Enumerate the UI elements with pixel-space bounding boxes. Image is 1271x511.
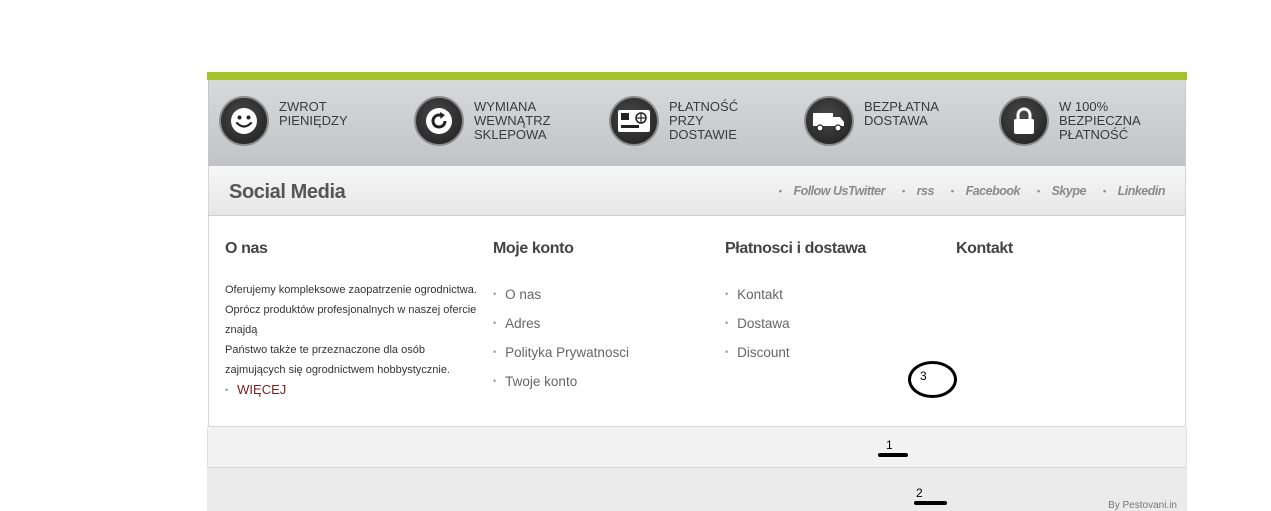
refresh-icon <box>414 96 464 146</box>
about-column: O nas Oferujemy kompleksowe zaopatrzenie… <box>225 240 487 397</box>
annotation-underline-1 <box>878 453 908 457</box>
contact-heading: Kontakt <box>956 240 1013 257</box>
social-media-bar: Social Media Follow UsTwitter rss Facebo… <box>208 166 1186 216</box>
payments-link-delivery[interactable]: Dostawa <box>725 310 866 339</box>
account-link-my-account[interactable]: Twoje konto <box>493 368 629 397</box>
payments-heading: Płatnosci i dostawa <box>725 240 866 257</box>
payments-link-discount[interactable]: Discount <box>725 339 866 368</box>
rss-link[interactable]: rss <box>902 184 935 198</box>
about-heading: O nas <box>225 240 268 257</box>
social-media-title: Social Media <box>229 181 346 203</box>
byline: By Pestovani.in <box>1108 500 1177 511</box>
benefit-label: W 100% bezpieczna płatność <box>1059 99 1141 142</box>
account-column: Moje konto O nas Adres Polityka Prywatno… <box>493 240 629 397</box>
facebook-link[interactable]: Facebook <box>951 184 1021 198</box>
contact-column: Kontakt <box>956 240 1013 284</box>
benefit-label: Bezpłatna dostawa <box>864 99 939 128</box>
skype-link[interactable]: Skype <box>1037 184 1087 198</box>
annotation-label-1: 1 <box>886 438 893 452</box>
account-heading: Moje konto <box>493 240 574 257</box>
annotation-circle <box>908 361 957 398</box>
footer-columns: O nas Oferujemy kompleksowe zaopatrzenie… <box>208 216 1186 427</box>
payments-link-contact[interactable]: Kontakt <box>725 281 866 310</box>
annotation-underline-2 <box>914 501 947 505</box>
annotation-label-2: 2 <box>916 486 923 500</box>
more-link[interactable]: WIĘCEJ <box>225 382 487 397</box>
benefit-label: Zwrot pieniędzy <box>279 99 348 128</box>
social-links: Follow UsTwitter rss Facebook Skype Link… <box>779 184 1165 198</box>
site-footer: Zwrot pieniędzy Wymiana wewnątrz sklepow… <box>207 72 1187 511</box>
account-link-privacy[interactable]: Polityka Prywatnosci <box>493 339 629 368</box>
benefit-label: Wymiana wewnątrz sklepowa <box>474 99 551 142</box>
footer-band-empty <box>207 427 1187 468</box>
credit-card-icon <box>609 96 659 146</box>
annotation-label-3: 3 <box>920 369 927 383</box>
benefits-bar: Zwrot pieniędzy Wymiana wewnątrz sklepow… <box>208 80 1186 166</box>
smiley-icon <box>219 96 269 146</box>
account-link-about[interactable]: O nas <box>493 281 629 310</box>
delivery-truck-icon <box>804 96 854 146</box>
about-text: Oferujemy kompleksowe zaopatrzenie ogrod… <box>225 284 477 376</box>
payments-column: Płatnosci i dostawa Kontakt Dostawa Disc… <box>725 240 866 368</box>
accent-bar <box>207 72 1187 80</box>
footer-bottom-bar: By Pestovani.in <box>207 468 1187 511</box>
linkedin-link[interactable]: Linkedin <box>1103 184 1166 198</box>
payments-links: Kontakt Dostawa Discount <box>725 281 866 368</box>
twitter-link[interactable]: Follow UsTwitter <box>779 184 885 198</box>
padlock-icon <box>999 96 1049 146</box>
account-links: O nas Adres Polityka Prywatnosci Twoje k… <box>493 281 629 397</box>
account-link-address[interactable]: Adres <box>493 310 629 339</box>
benefit-label: Płatność przy dostawie <box>669 99 739 142</box>
